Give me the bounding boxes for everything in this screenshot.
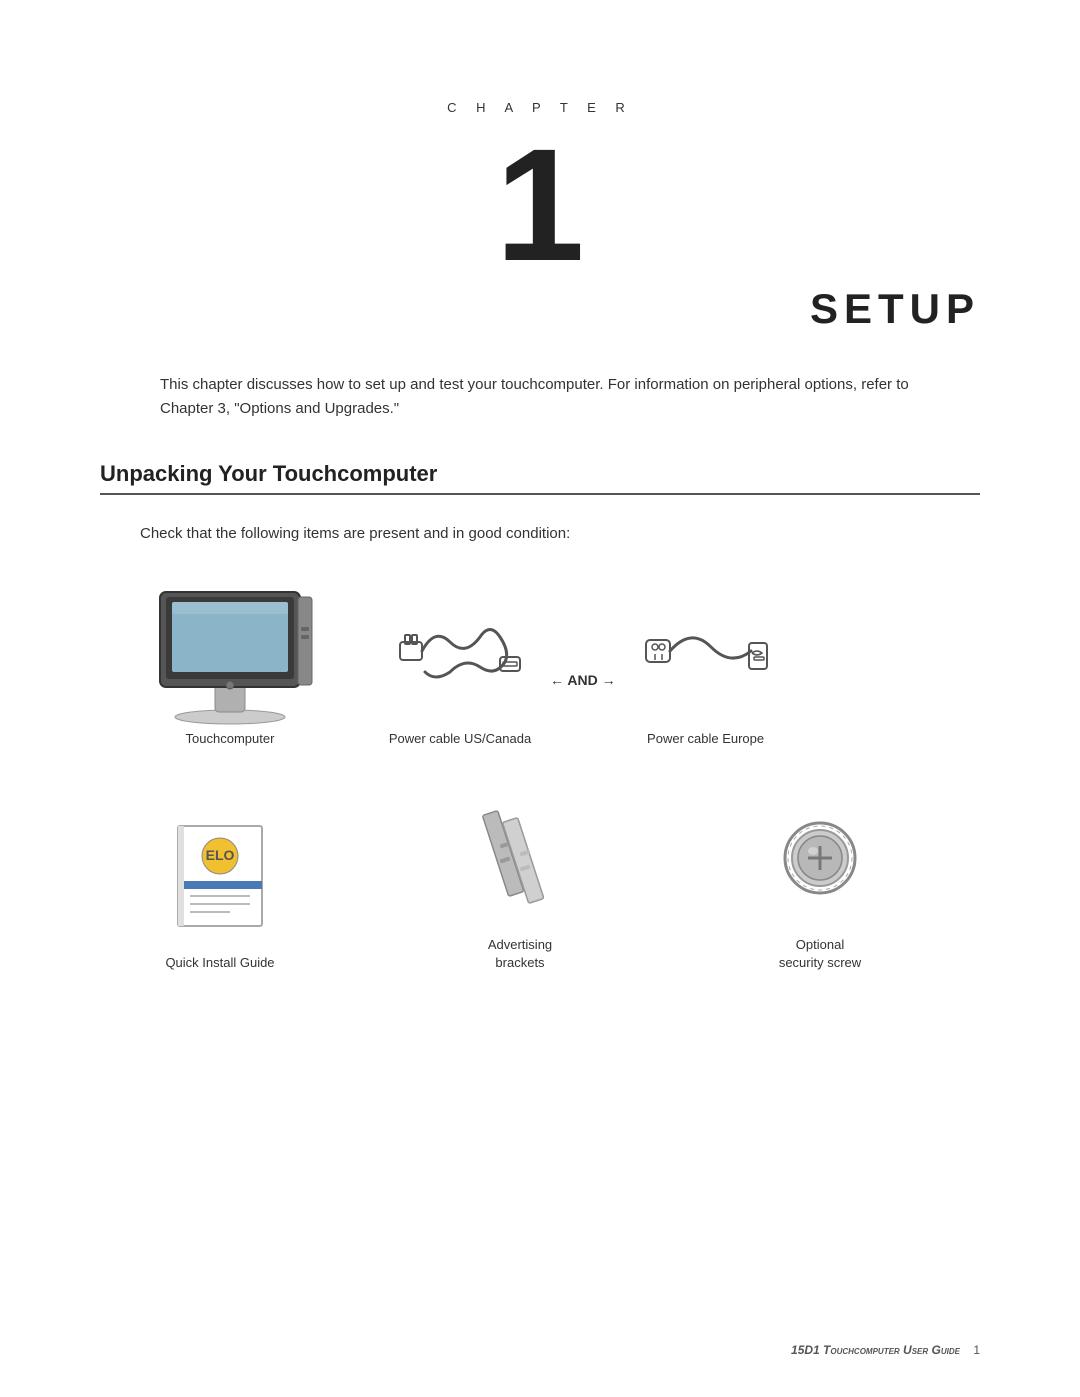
power-eu-label: Power cable Europe xyxy=(647,730,764,748)
power-us-label: Power cable US/Canada xyxy=(389,730,531,748)
power-us-image xyxy=(395,582,525,722)
adv-brackets-label: Advertising brackets xyxy=(488,936,552,972)
security-screw-image xyxy=(775,788,865,928)
check-text: Check that the following items are prese… xyxy=(140,525,980,542)
item-quick-install: ELO Quick Install Guide xyxy=(140,806,300,972)
svg-text:ELO: ELO xyxy=(206,847,235,863)
quick-install-image: ELO xyxy=(170,806,270,946)
power-eu-svg xyxy=(641,607,771,697)
intro-text: This chapter discusses how to set up and… xyxy=(160,373,920,421)
footer-product: 15D1 Touchcomputer User Guide xyxy=(791,1343,960,1357)
chapter-number: 1 xyxy=(100,125,980,285)
footer: 15D1 Touchcomputer User Guide 1 xyxy=(791,1343,980,1357)
touchcomputer-svg xyxy=(140,577,320,727)
quick-install-label: Quick Install Guide xyxy=(165,954,274,972)
item-power-eu: Power cable Europe xyxy=(626,582,786,748)
adv-brackets-svg xyxy=(465,803,575,913)
item-power-us: Power cable US/Canada xyxy=(380,582,540,748)
and-connector: ← AND → xyxy=(550,672,616,748)
adv-brackets-image xyxy=(465,788,575,928)
security-screw-svg xyxy=(775,813,865,903)
touchcomputer-image xyxy=(140,582,320,722)
item-touchcomputer: Touchcomputer xyxy=(140,582,320,748)
touchcomputer-label: Touchcomputer xyxy=(186,730,275,748)
item-security-screw: Optional security screw xyxy=(740,788,900,972)
items-grid: Touchcomputer xyxy=(140,582,980,973)
chapter-label: C H A P T E R xyxy=(100,100,980,115)
quick-install-svg: ELO xyxy=(170,821,270,931)
power-eu-image xyxy=(641,582,771,722)
security-screw-label: Optional security screw xyxy=(779,936,861,972)
section-heading: Unpacking Your Touchcomputer xyxy=(100,461,980,495)
cable-group: Power cable US/Canada ← AND → xyxy=(380,582,786,748)
page: C H A P T E R 1 SETUP This chapter discu… xyxy=(0,0,1080,1397)
item-adv-brackets: Advertising brackets xyxy=(440,788,600,972)
footer-page: 1 xyxy=(973,1343,980,1357)
power-us-svg xyxy=(395,607,525,697)
items-row-1: Touchcomputer xyxy=(140,582,980,748)
items-row-2: ELO Quick Install Guide xyxy=(140,788,980,972)
